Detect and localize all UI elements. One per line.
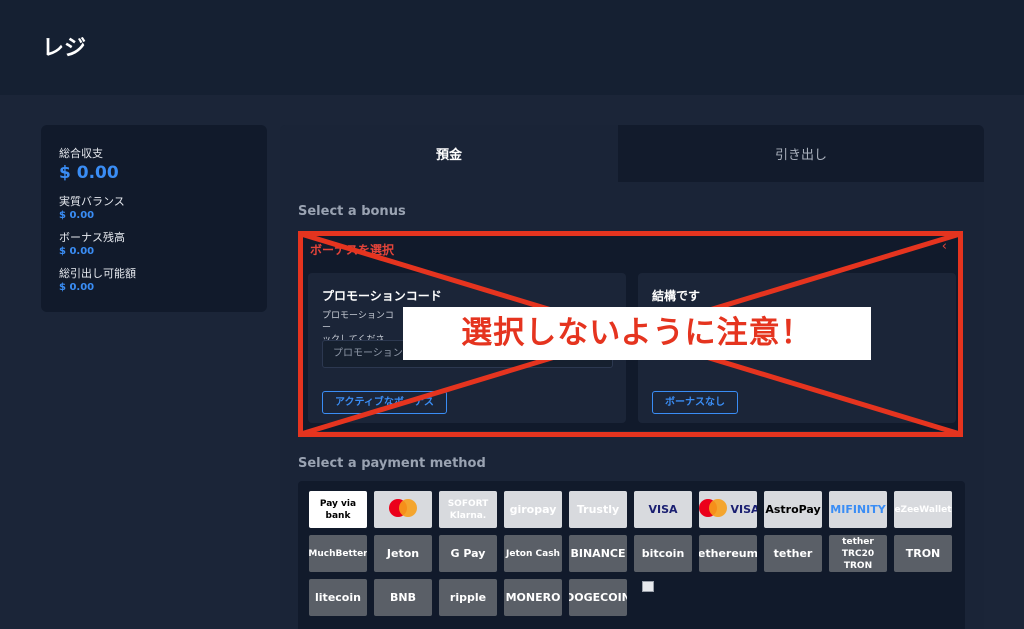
payment-method-label: ethereum	[699, 546, 757, 560]
payment-method-label: VISA	[648, 502, 678, 516]
payment-method-visa[interactable]: VISA	[634, 491, 692, 528]
balance-card: 総合収支 $ 0.00 実質バランス $ 0.00 ボーナス残高 $ 0.00 …	[41, 125, 267, 312]
payment-method-astropay[interactable]: AstroPay	[764, 491, 822, 528]
payment-method-label: MuchBetter	[309, 548, 367, 559]
warning-label: 選択しないように注意！	[403, 307, 871, 360]
payment-method-label: TRON	[905, 546, 941, 560]
payment-method-jeton-cash[interactable]: Jeton Cash	[504, 535, 562, 572]
payment-method-label: G Pay	[450, 546, 486, 560]
payment-method-label: MONERO	[505, 590, 561, 604]
payment-method-mastercard-visa[interactable]: VISA	[699, 491, 757, 528]
payment-method-binance[interactable]: BINANCE	[569, 535, 627, 572]
payment-method-label: ripple	[449, 590, 487, 604]
payment-method-ethereum[interactable]: ethereum	[699, 535, 757, 572]
payment-method-label: tether	[773, 546, 813, 560]
payment-method-jeton[interactable]: Jeton	[374, 535, 432, 572]
payment-method-label: Trustly	[576, 502, 620, 516]
payment-method-litecoin[interactable]: litecoin	[309, 579, 367, 616]
real-balance-value: $ 0.00	[59, 210, 95, 221]
payment-method-label: BNB	[390, 590, 416, 604]
payment-method-label: Pay via bank	[319, 498, 357, 521]
payment-method-dogecoin[interactable]: DOGECOIN	[569, 579, 627, 616]
bonus-section-title: Select a bonus	[298, 204, 406, 219]
payment-method-bitcoin[interactable]: bitcoin	[634, 535, 692, 572]
page-title: レジ	[42, 36, 87, 61]
payment-method-bank[interactable]: Pay via bank	[309, 491, 367, 528]
payment-method-tether-trc20[interactable]: tether TRC20 TRON	[829, 535, 887, 572]
payment-method-tron[interactable]: TRON	[894, 535, 952, 572]
total-balance-value: $ 0.00	[59, 163, 119, 183]
payment-method-sofort-klarna[interactable]: SOFORT Klarna.	[439, 491, 497, 528]
payment-method-label: litecoin	[315, 590, 361, 604]
payment-method-mastercard[interactable]	[374, 491, 432, 528]
payment-method-label: eZeeWallet	[894, 504, 952, 515]
payment-method-ripple[interactable]: ripple	[439, 579, 497, 616]
tab-deposit[interactable]: 預金	[280, 125, 618, 182]
payment-method-label: giropay	[509, 502, 557, 516]
payment-method-bnb[interactable]: BNB	[374, 579, 432, 616]
payment-method-label: AstroPay	[765, 502, 821, 516]
payment-section-title: Select a payment method	[298, 456, 486, 471]
header-bar: レジ	[0, 0, 1024, 95]
payment-method-gpay[interactable]: G Pay	[439, 535, 497, 572]
payment-method-label: SOFORT Klarna.	[447, 498, 489, 521]
payment-method-label: DOGECOIN	[569, 590, 627, 604]
payment-method-trustly[interactable]: Trustly	[569, 491, 627, 528]
withdrawable-value: $ 0.00	[59, 282, 95, 293]
payment-method-label: tether TRC20 TRON	[841, 536, 875, 571]
payment-method-ezeewallet[interactable]: eZeeWallet	[894, 491, 952, 528]
payment-method-label: VISA	[730, 502, 757, 516]
mastercard-icon	[386, 498, 420, 521]
bonus-balance-label: ボーナス残高	[59, 231, 125, 244]
payment-method-tether[interactable]: tether	[764, 535, 822, 572]
payment-method-label: bitcoin	[641, 546, 685, 560]
mastercard-visa-icon	[699, 498, 730, 521]
payment-method-label: BINANCE	[570, 546, 626, 560]
payment-methods-grid: Pay via bank SOFORT Klarna. giropay Trustly…	[298, 481, 965, 629]
payment-method-muchbetter[interactable]: MuchBetter	[309, 535, 367, 572]
tab-withdraw[interactable]: 引き出し	[618, 125, 984, 182]
bonus-balance-value: $ 0.00	[59, 246, 95, 257]
payment-method-monero[interactable]: MONERO	[504, 579, 562, 616]
total-balance-label: 総合収支	[59, 147, 103, 160]
payment-method-giropay[interactable]: giropay	[504, 491, 562, 528]
withdrawable-label: 総引出し可能額	[59, 267, 136, 280]
payment-method-label: Jeton	[386, 546, 420, 560]
payment-method-mifinity[interactable]: MIFINITY	[829, 491, 887, 528]
payment-method-label: MIFINITY	[830, 502, 886, 516]
broken-image-icon	[642, 581, 654, 592]
real-balance-label: 実質バランス	[59, 195, 125, 208]
payment-method-label: Jeton Cash	[506, 548, 560, 559]
